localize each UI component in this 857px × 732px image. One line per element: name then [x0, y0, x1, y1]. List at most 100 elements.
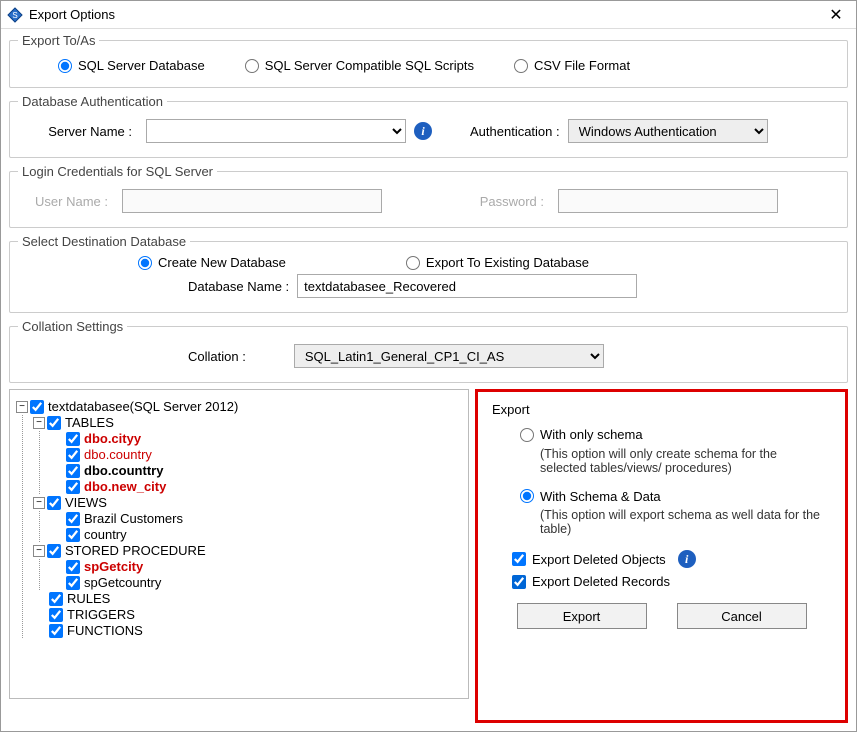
schema-data-desc: (This option will export schema as well …: [540, 508, 820, 536]
tree-item-label: dbo.new_city: [82, 479, 166, 494]
server-name-label: Server Name :: [18, 124, 138, 139]
chk-deleted-objects-label: Export Deleted Objects: [532, 552, 666, 567]
tree-root[interactable]: − textdatabasee(SQL Server 2012): [16, 399, 462, 414]
radio-csv[interactable]: CSV File Format: [514, 58, 630, 73]
radio-sql-server-db-label: SQL Server Database: [78, 58, 205, 73]
export-button[interactable]: Export: [517, 603, 647, 629]
tree-item-checkbox[interactable]: [66, 560, 80, 574]
close-button[interactable]: ✕: [822, 5, 850, 25]
tree-item-label: dbo.cityy: [82, 431, 141, 446]
collation-select[interactable]: SQL_Latin1_General_CP1_CI_AS: [294, 344, 604, 368]
tree-item-checkbox[interactable]: [66, 448, 80, 462]
tree-item-checkbox[interactable]: [66, 480, 80, 494]
tree-item-label: dbo.counttry: [82, 463, 163, 478]
window-title: Export Options: [29, 7, 822, 22]
tree-sp[interactable]: − STORED PROCEDURE: [33, 543, 462, 558]
titlebar: S Export Options ✕: [1, 1, 856, 29]
svg-text:S: S: [12, 11, 17, 20]
tree-table-item[interactable]: dbo.cityy: [50, 431, 462, 446]
collation-group: Collation Settings Collation : SQL_Latin…: [9, 319, 848, 383]
radio-csv-label: CSV File Format: [534, 58, 630, 73]
tree-panel[interactable]: − textdatabasee(SQL Server 2012) − TABLE…: [9, 389, 469, 699]
cancel-button[interactable]: Cancel: [677, 603, 807, 629]
tree-item-checkbox[interactable]: [66, 528, 80, 542]
auth-select[interactable]: Windows Authentication: [568, 119, 768, 143]
chk-deleted-records-label: Export Deleted Records: [532, 574, 670, 589]
tree-view-item[interactable]: country: [50, 527, 462, 542]
tree-view-item[interactable]: Brazil Customers: [50, 511, 462, 526]
tree-item-checkbox[interactable]: [66, 576, 80, 590]
tree-root-checkbox[interactable]: [30, 400, 44, 414]
username-label: User Name :: [18, 194, 114, 209]
login-creds-legend: Login Credentials for SQL Server: [18, 164, 217, 179]
login-creds-group: Login Credentials for SQL Server User Na…: [9, 164, 848, 228]
tree-item-label: dbo.country: [82, 447, 152, 462]
tree-root-label: textdatabasee(SQL Server 2012): [46, 399, 238, 414]
radio-export-existing-input[interactable]: [406, 256, 420, 270]
info-icon[interactable]: i: [414, 122, 432, 140]
radio-export-existing-label: Export To Existing Database: [426, 255, 589, 270]
radio-create-new-db[interactable]: Create New Database: [138, 255, 286, 270]
radio-sql-scripts-input[interactable]: [245, 59, 259, 73]
tree-triggers-label: TRIGGERS: [65, 607, 135, 622]
radio-schema-data-label: With Schema & Data: [540, 489, 661, 504]
username-input: [122, 189, 382, 213]
tree-item-label: country: [82, 527, 127, 542]
tree-table-item[interactable]: dbo.country: [50, 447, 462, 462]
chk-deleted-objects[interactable]: [512, 552, 526, 566]
password-input: [558, 189, 778, 213]
tree-tables[interactable]: − TABLES: [33, 415, 462, 430]
tree-sp-item[interactable]: spGetcountry: [50, 575, 462, 590]
tree-functions-label: FUNCTIONS: [65, 623, 143, 638]
password-label: Password :: [420, 194, 550, 209]
chk-deleted-records[interactable]: [512, 575, 526, 589]
tree-sp-label: STORED PROCEDURE: [63, 543, 206, 558]
collation-label: Collation :: [188, 349, 246, 364]
tree-toggle-icon[interactable]: −: [33, 497, 45, 509]
db-auth-legend: Database Authentication: [18, 94, 167, 109]
tree-rules-checkbox[interactable]: [49, 592, 63, 606]
tree-item-checkbox[interactable]: [66, 432, 80, 446]
tree-views-label: VIEWS: [63, 495, 107, 510]
radio-schema-data[interactable]: With Schema & Data: [520, 489, 661, 504]
collation-legend: Collation Settings: [18, 319, 127, 334]
tree-toggle-icon[interactable]: −: [33, 545, 45, 557]
radio-sql-server-db[interactable]: SQL Server Database: [58, 58, 205, 73]
dest-db-legend: Select Destination Database: [18, 234, 190, 249]
radio-sql-scripts[interactable]: SQL Server Compatible SQL Scripts: [245, 58, 474, 73]
tree-triggers-checkbox[interactable]: [49, 608, 63, 622]
tree-table-item[interactable]: dbo.new_city: [50, 479, 462, 494]
auth-label: Authentication :: [470, 124, 560, 139]
radio-schema-data-input[interactable]: [520, 489, 534, 503]
tree-triggers[interactable]: TRIGGERS: [33, 607, 462, 622]
tree-item-checkbox[interactable]: [66, 512, 80, 526]
tree-rules[interactable]: RULES: [33, 591, 462, 606]
content-area: Export To/As SQL Server Database SQL Ser…: [1, 29, 856, 727]
radio-create-new-db-label: Create New Database: [158, 255, 286, 270]
tree-toggle-icon[interactable]: −: [33, 417, 45, 429]
radio-only-schema[interactable]: With only schema: [520, 427, 643, 442]
export-panel: Export With only schema (This option wil…: [475, 389, 848, 723]
tree-views[interactable]: − VIEWS: [33, 495, 462, 510]
export-to-as-group: Export To/As SQL Server Database SQL Ser…: [9, 33, 848, 88]
server-name-select[interactable]: [146, 119, 406, 143]
tree-functions[interactable]: FUNCTIONS: [33, 623, 462, 638]
radio-only-schema-input[interactable]: [520, 428, 534, 442]
db-name-input[interactable]: [297, 274, 637, 298]
radio-csv-input[interactable]: [514, 59, 528, 73]
radio-sql-server-db-input[interactable]: [58, 59, 72, 73]
radio-create-new-db-input[interactable]: [138, 256, 152, 270]
tree-tables-checkbox[interactable]: [47, 416, 61, 430]
tree-table-item[interactable]: dbo.counttry: [50, 463, 462, 478]
tree-item-label: spGetcity: [82, 559, 143, 574]
tree-item-checkbox[interactable]: [66, 464, 80, 478]
tree-views-checkbox[interactable]: [47, 496, 61, 510]
only-schema-desc: (This option will only create schema for…: [540, 447, 820, 475]
tree-item-label: Brazil Customers: [82, 511, 183, 526]
radio-export-existing[interactable]: Export To Existing Database: [406, 255, 589, 270]
tree-sp-checkbox[interactable]: [47, 544, 61, 558]
info-icon[interactable]: i: [678, 550, 696, 568]
tree-sp-item[interactable]: spGetcity: [50, 559, 462, 574]
tree-functions-checkbox[interactable]: [49, 624, 63, 638]
tree-toggle-icon[interactable]: −: [16, 401, 28, 413]
